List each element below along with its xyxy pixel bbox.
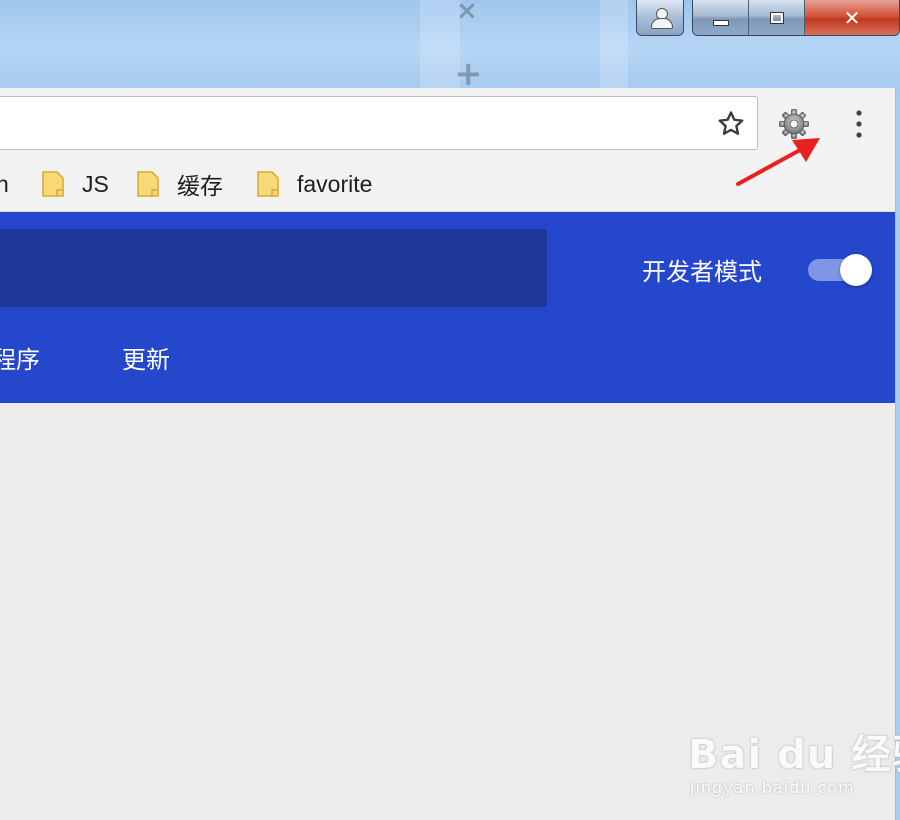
desktop-background: × + ✕ xyxy=(0,0,900,90)
minimize-icon xyxy=(712,19,729,26)
developer-mode-label: 开发者模式 xyxy=(642,258,762,286)
bookmark-label: favorite xyxy=(297,170,373,197)
annotation-arrow-icon xyxy=(736,138,820,186)
user-icon-body xyxy=(651,18,673,29)
bookmark-folder-cache[interactable]: 缓存 xyxy=(136,168,223,200)
kebab-menu-icon xyxy=(856,110,862,138)
bookmark-label: JS xyxy=(82,170,109,197)
watermark-url: jingyan.baidu.com xyxy=(690,778,855,797)
desktop-stripe xyxy=(600,0,628,90)
baidu-watermark: Bai du 经验 jingyan.baidu.com xyxy=(688,722,900,802)
minimize-button[interactable] xyxy=(693,0,749,35)
toggle-knob xyxy=(840,254,872,286)
browser-window: n JS 缓存 favorite 开发者模式 程序 更新 xyxy=(0,88,896,820)
tab-programs[interactable]: 程序 xyxy=(0,340,40,375)
folder-icon xyxy=(137,171,159,197)
folder-icon xyxy=(42,171,64,197)
browser-menu-button[interactable] xyxy=(846,106,872,142)
bookmark-folder-favorite[interactable]: favorite xyxy=(256,168,372,200)
background-new-tab-glyph: + xyxy=(454,54,483,90)
user-account-button[interactable] xyxy=(636,0,684,36)
bookmark-folder-item[interactable]: n xyxy=(0,168,9,200)
close-window-button[interactable]: ✕ xyxy=(805,0,899,35)
close-icon: ✕ xyxy=(843,5,861,30)
extensions-search-input[interactable] xyxy=(0,229,547,307)
bookmark-label: n xyxy=(0,170,9,197)
window-caption-buttons: ✕ xyxy=(692,0,900,36)
developer-mode-toggle[interactable] xyxy=(808,254,872,286)
maximize-icon xyxy=(769,11,784,24)
tab-updates[interactable]: 更新 xyxy=(122,340,170,375)
bookmark-folder-js[interactable]: JS xyxy=(41,168,109,200)
extensions-header: 开发者模式 程序 更新 xyxy=(0,212,895,403)
watermark-logo: Bai du 经验 xyxy=(688,732,900,778)
background-close-glyph: × xyxy=(456,0,478,26)
bookmark-label: 缓存 xyxy=(177,173,223,199)
address-bar[interactable] xyxy=(0,96,758,150)
folder-icon xyxy=(257,171,279,197)
maximize-button[interactable] xyxy=(749,0,805,35)
